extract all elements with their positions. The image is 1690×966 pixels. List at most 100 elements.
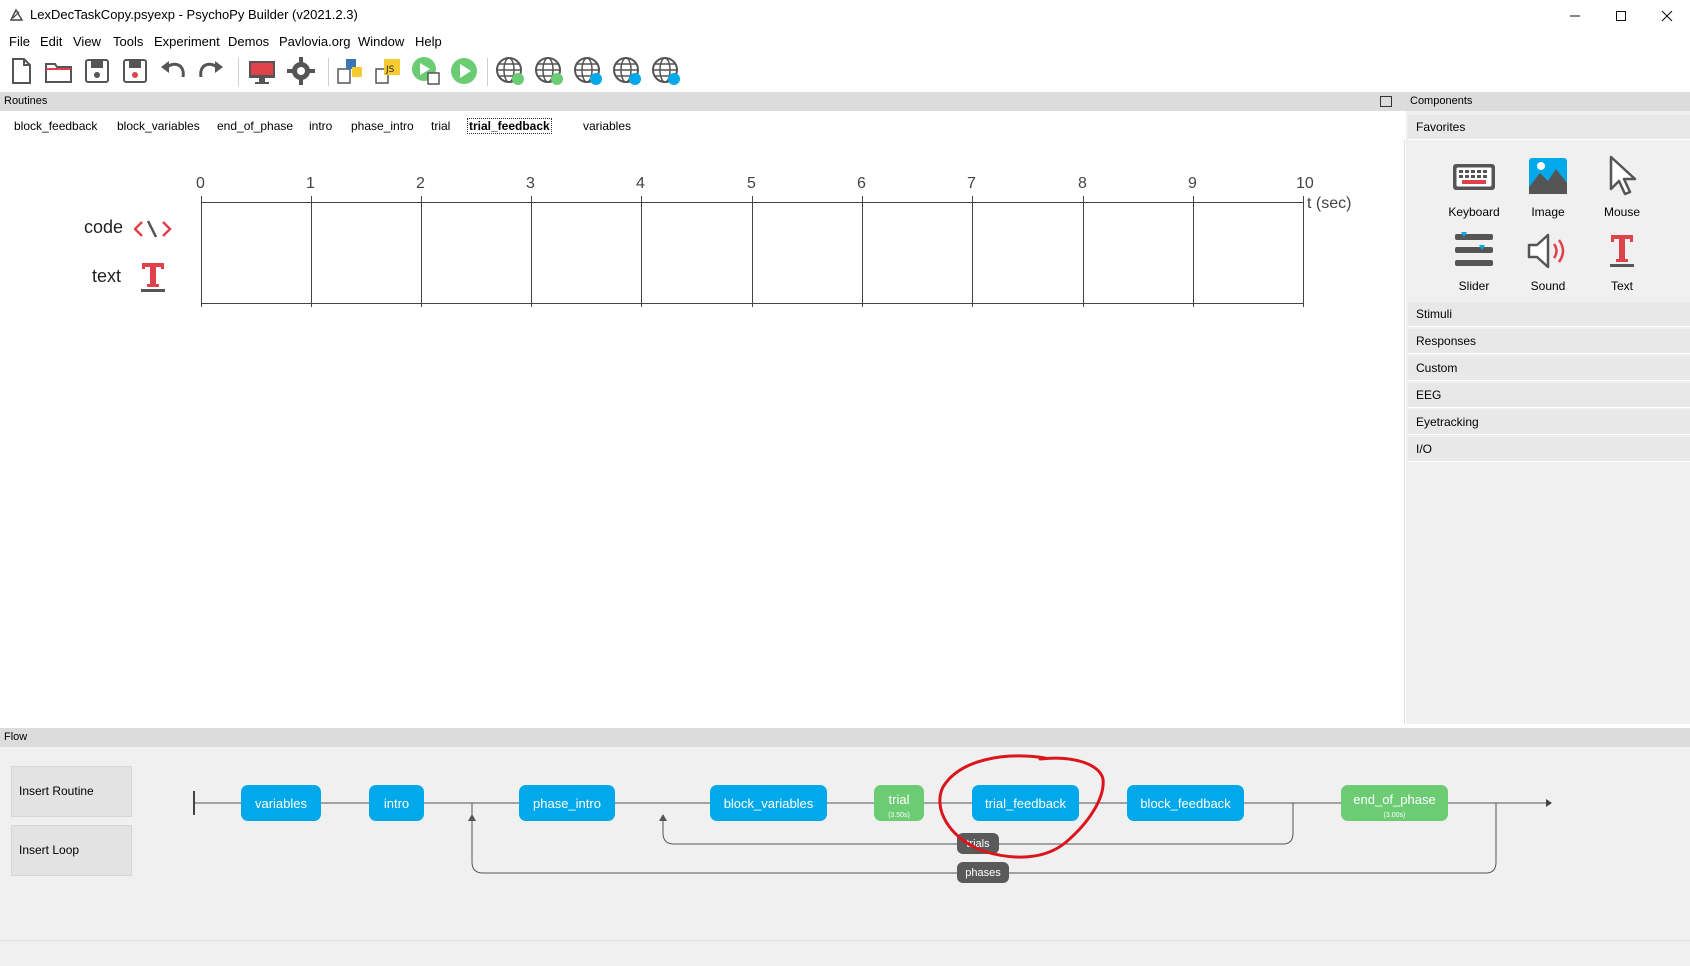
close-icon [1661,10,1673,22]
pavlovia-info-icon[interactable] [650,55,682,87]
flow-routine-trial[interactable]: trial (3.50s) [874,785,924,821]
flow-routine-label: end_of_phase [1353,791,1436,807]
category-label: EEG [1416,388,1442,402]
category-eeg[interactable]: EEG [1408,383,1690,408]
component-keyboard[interactable]: Keyboard [1437,155,1511,225]
python-script-icon[interactable] [334,55,366,87]
pavlovia-refresh-icon[interactable] [533,55,565,87]
tab-variables[interactable]: variables [583,119,631,133]
close-button[interactable] [1644,0,1690,32]
monitor-icon[interactable] [246,55,278,87]
flow-routine-label: block_feedback [1140,795,1231,811]
grid-line [311,196,312,307]
status-bar [0,940,1690,966]
run-icon[interactable] [448,55,480,87]
open-folder-icon[interactable] [43,55,75,87]
category-custom[interactable]: Custom [1408,356,1690,381]
component-slider[interactable]: Slider [1437,229,1511,299]
trials-loop-arrow [659,814,667,821]
component-text[interactable]: Text [1585,229,1659,299]
tab-trial-feedback[interactable]: trial_feedback [467,118,552,134]
category-eyetracking[interactable]: Eyetracking [1408,410,1690,435]
routine-canvas[interactable]: 0 1 2 3 4 5 6 7 8 9 10 t (sec) code text [0,140,1405,724]
component-code-label[interactable]: code [84,217,123,238]
flow-diagram [193,791,1552,874]
components-panel-header: Components [1406,92,1690,111]
psychopy-app-icon [9,8,24,21]
flow-routine-label: intro [383,795,410,811]
tab-phase-intro[interactable]: phase_intro [351,119,414,133]
menu-experiment[interactable]: Experiment [154,34,220,49]
flow-routine-block-feedback[interactable]: block_feedback [1127,785,1244,821]
run-python-icon[interactable] [410,55,442,87]
pavlovia-sync-icon[interactable] [494,55,526,87]
pavlovia-search-icon[interactable] [572,55,604,87]
tick-label: 1 [306,175,315,192]
grid-line [972,196,973,307]
flow-routine-intro[interactable]: intro [369,785,424,821]
tab-block-feedback[interactable]: block_feedback [14,119,97,133]
maximize-button[interactable] [1598,0,1644,32]
category-favorites-label: Favorites [1416,120,1466,134]
flow-routine-phase-intro[interactable]: phase_intro [519,785,615,821]
undo-icon[interactable] [157,55,189,87]
tick-label: 3 [526,175,535,192]
tick-label: 5 [747,175,756,192]
restore-panel-icon[interactable] [1380,96,1392,107]
save-icon[interactable] [81,55,113,87]
flow-panel-header: Flow [0,728,1690,747]
tab-intro[interactable]: intro [309,119,332,133]
js-script-icon[interactable]: JS [372,55,404,87]
category-io[interactable]: I/O [1408,437,1690,462]
flow-routine-block-variables[interactable]: block_variables [710,785,827,821]
flow-routine-variables[interactable]: variables [241,785,321,821]
save-as-icon[interactable] [119,55,151,87]
time-unit-label: t (sec) [1307,195,1352,212]
code-icon[interactable] [134,218,172,240]
menu-view[interactable]: View [73,34,101,49]
pavlovia-user-icon[interactable] [611,55,643,87]
tab-end-of-phase[interactable]: end_of_phase [217,119,293,133]
sound-label: Sound [1530,279,1566,293]
tick-label: 6 [857,175,866,192]
tick-label: 10 [1296,175,1314,192]
menu-pavlovia[interactable]: Pavlovia.org [279,34,351,49]
menu-tools[interactable]: Tools [113,34,143,49]
menu-help[interactable]: Help [415,34,442,49]
grid-line [862,196,863,307]
category-label: Stimuli [1416,307,1453,321]
category-responses[interactable]: Responses [1408,329,1690,354]
routine-duration: (3.00s) [1383,812,1406,819]
grid-line [752,196,753,307]
component-image[interactable]: Image [1511,155,1585,225]
component-text-label[interactable]: text [92,266,121,287]
component-sound[interactable]: Sound [1511,229,1585,299]
sound-icon [1527,233,1565,269]
category-favorites[interactable]: Favorites [1408,115,1690,140]
minimize-button[interactable] [1552,0,1598,32]
image-icon [1529,158,1567,194]
text-icon[interactable] [140,260,166,292]
category-label: I/O [1416,442,1433,456]
toolbar: JS [0,52,1690,93]
flow-header-label: Flow [4,731,28,743]
image-label: Image [1531,205,1565,219]
menu-window[interactable]: Window [358,34,404,49]
redo-icon[interactable] [195,55,227,87]
component-mouse[interactable]: Mouse [1585,155,1659,225]
category-stimuli[interactable]: Stimuli [1408,302,1690,327]
new-file-icon[interactable] [5,55,37,87]
flow-routine-label: variables [254,795,308,811]
grid-line [1303,196,1304,307]
routine-tabs: block_feedback block_variables end_of_ph… [0,111,1406,246]
grid-line [201,196,202,307]
category-label: Eyetracking [1416,415,1479,429]
tab-block-variables[interactable]: block_variables [117,119,200,133]
menu-demos[interactable]: Demos [228,34,269,49]
menu-file[interactable]: File [9,34,30,49]
tab-trial[interactable]: trial [431,119,450,133]
window-title: LexDecTaskCopy.psyexp - PsychoPy Builder… [30,7,358,22]
flow-routine-end-of-phase[interactable]: end_of_phase (3.00s) [1341,785,1448,821]
menu-edit[interactable]: Edit [40,34,62,49]
gear-icon[interactable] [285,55,317,87]
